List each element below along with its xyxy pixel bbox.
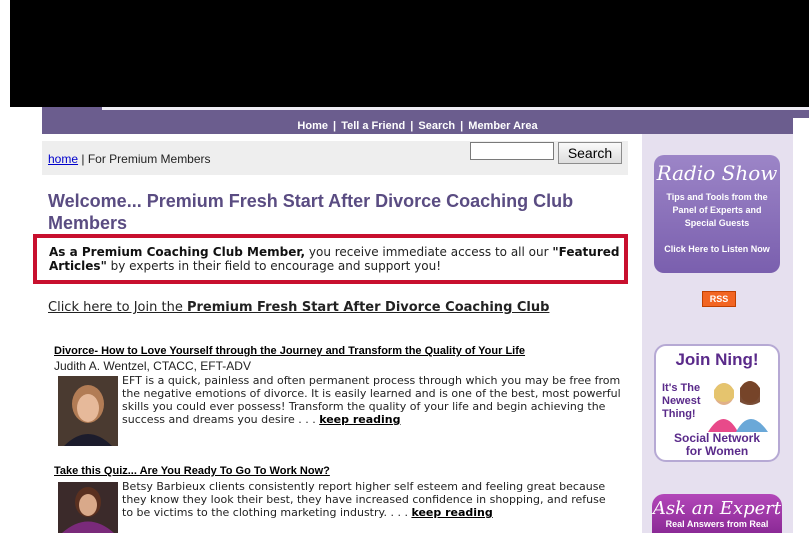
- premium-notice: As a Premium Coaching Club Member, you r…: [33, 234, 628, 284]
- article-title-link[interactable]: Take this Quiz... Are You Ready To Go To…: [54, 465, 330, 477]
- keep-reading-link[interactable]: keep reading: [319, 413, 400, 426]
- women-illustration-icon: [708, 381, 768, 432]
- nav-member-area[interactable]: Member Area: [468, 120, 537, 132]
- nav-tell-a-friend[interactable]: Tell a Friend: [341, 120, 405, 132]
- header-banner: [0, 0, 809, 118]
- radio-show-banner[interactable]: Radio Show Tips and Tools from the Panel…: [654, 155, 780, 273]
- keep-reading-link[interactable]: keep reading: [411, 506, 492, 519]
- article-excerpt: EFT is a quick, painless and often perma…: [122, 374, 621, 426]
- breadcrumb-home-link[interactable]: home: [48, 152, 78, 166]
- nav-home[interactable]: Home: [297, 120, 328, 132]
- nav-search[interactable]: Search: [418, 120, 455, 132]
- article-excerpt: Betsy Barbieux clients consistently repo…: [122, 480, 606, 519]
- breadcrumb-current: For Premium Members: [87, 152, 211, 166]
- join-ning-banner[interactable]: Join Ning! It's The Newest Thing! Social…: [654, 344, 780, 462]
- redacted-area: [10, 0, 809, 107]
- author-photo: [58, 482, 118, 533]
- author-photo: [58, 376, 118, 446]
- join-club-link[interactable]: Click here to Join the Premium Fresh Sta…: [48, 300, 549, 315]
- breadcrumb: home | For Premium Members: [48, 152, 211, 166]
- search-input[interactable]: [470, 142, 554, 160]
- search-button[interactable]: Search: [558, 142, 622, 164]
- article-author: Judith A. Wentzel, CTACC, EFT-ADV: [54, 359, 251, 373]
- rss-icon[interactable]: RSS: [702, 291, 736, 307]
- top-nav: Home | Tell a Friend | Search | Member A…: [42, 118, 793, 134]
- page-title: Welcome... Premium Fresh Start After Div…: [48, 191, 574, 233]
- ask-an-expert-banner[interactable]: Ask an Expert Real Answers from Real: [652, 494, 782, 533]
- article-title-link[interactable]: Divorce- How to Love Yourself through th…: [54, 345, 525, 357]
